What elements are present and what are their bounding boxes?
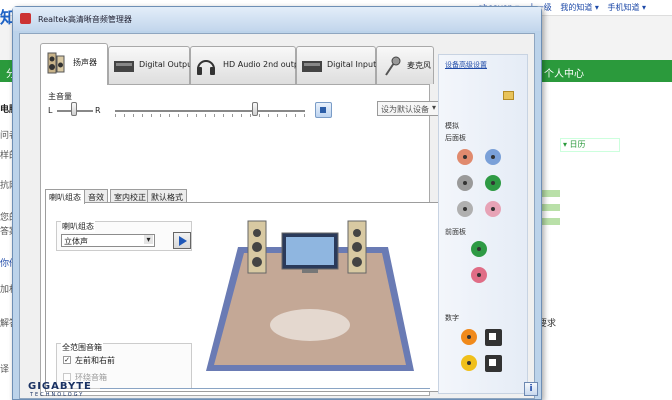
folder-icon[interactable] bbox=[503, 91, 514, 100]
window-client-area: 扬声器 Digital Output HD Audio 2nd output D… bbox=[19, 33, 538, 399]
left-fragment: 译 bbox=[0, 365, 10, 375]
progress-bar bbox=[540, 204, 560, 211]
nav-personal-center[interactable]: 个人中心 bbox=[544, 65, 584, 80]
volume-slider-thumb[interactable] bbox=[252, 102, 258, 116]
front-panel-label: 前面板 bbox=[445, 228, 466, 236]
footer-divider bbox=[100, 388, 430, 389]
optical-out-icon[interactable] bbox=[485, 329, 502, 346]
front-jack-pink[interactable] bbox=[471, 267, 487, 283]
room-visualization bbox=[206, 220, 414, 371]
speakers-panel: 主音量 L R 设为默认设备 喇叭组态 音效 室内校正 默认格式 喇叭组态 立体… bbox=[40, 84, 443, 396]
window-titlebar[interactable]: Realtek高清晰音频管理器 bbox=[13, 7, 541, 31]
balance-left-label: L bbox=[48, 106, 53, 115]
tab-label: Digital Input bbox=[327, 60, 377, 69]
balance-right-label: R bbox=[95, 106, 101, 115]
tab-digital-input[interactable]: Digital Input bbox=[296, 46, 376, 84]
main-volume-title: 主音量 bbox=[48, 92, 72, 101]
rear-jack-green[interactable] bbox=[485, 175, 501, 191]
front-lr-checkbox[interactable]: ✓ bbox=[63, 356, 71, 364]
balance-slider-thumb[interactable] bbox=[71, 102, 77, 116]
tab-label: 麦克风 bbox=[407, 61, 431, 70]
volume-ticks bbox=[115, 114, 305, 117]
my-zhidao-link[interactable]: 我的知道 ▾ bbox=[560, 3, 599, 12]
rear-panel-label: 后面板 bbox=[445, 134, 466, 142]
front-jack-green[interactable] bbox=[471, 241, 487, 257]
speaker-icon bbox=[47, 52, 65, 74]
tab-microphone[interactable]: 麦克风 bbox=[376, 46, 434, 84]
digital-label: 数字 bbox=[445, 314, 459, 322]
tab-label: 扬声器 bbox=[73, 58, 97, 67]
microphone-icon bbox=[385, 56, 401, 76]
realtek-app-icon bbox=[20, 13, 31, 24]
tab-room-correction[interactable]: 室内校正 bbox=[110, 189, 150, 203]
play-test-button[interactable] bbox=[173, 232, 191, 249]
page-right-column: ▾ 日历 要求 bbox=[538, 82, 672, 400]
connector-side-panel: 设备高级设置 模拟 后面板 前面板 数字 bbox=[438, 54, 528, 394]
progress-bar bbox=[540, 218, 560, 225]
rear-jack-gray[interactable] bbox=[457, 175, 473, 191]
spdif-coax-jack[interactable] bbox=[461, 329, 477, 345]
speaker-config-group: 喇叭组态 立体声 bbox=[56, 221, 192, 251]
tab-speakers[interactable]: 扬声器 bbox=[40, 43, 108, 85]
volume-slider-track[interactable] bbox=[115, 110, 305, 112]
speaker-config-select[interactable]: 立体声 bbox=[61, 234, 155, 247]
calendar-tab[interactable]: ▾ 日历 bbox=[560, 138, 620, 152]
progress-bar bbox=[540, 190, 560, 197]
front-lr-label: 左前和右前 bbox=[75, 356, 115, 365]
headphones-icon bbox=[197, 60, 215, 75]
digital-output-icon bbox=[114, 61, 134, 72]
speaker-config-label: 喇叭组态 bbox=[61, 221, 95, 232]
info-button[interactable]: i bbox=[524, 382, 538, 396]
tab-speaker-config[interactable]: 喇叭组态 bbox=[45, 189, 85, 204]
digital-input-icon bbox=[302, 61, 322, 72]
tab-default-format[interactable]: 默认格式 bbox=[147, 189, 187, 203]
mobile-zhidao-link[interactable]: 手机知道 ▾ bbox=[607, 3, 646, 12]
left-speaker-icon bbox=[247, 220, 267, 274]
speaker-config-panel: 喇叭组态 立体声 ▾ 全范围音箱 ✓ 左前和右前 环绕音箱 bbox=[45, 202, 443, 392]
full-range-title: 全范围音箱 bbox=[61, 342, 103, 353]
tab-sound-effects[interactable]: 音效 bbox=[84, 189, 108, 203]
realtek-window: Realtek高清晰音频管理器 扬声器 Digital Output HD Au… bbox=[12, 6, 542, 400]
gigabyte-logo: GIGABYTE bbox=[28, 381, 92, 392]
analog-label: 模拟 bbox=[445, 122, 459, 130]
advanced-settings-link[interactable]: 设备高级设置 bbox=[445, 60, 487, 70]
rear-jack-orange[interactable] bbox=[457, 149, 473, 165]
rear-jack-pink[interactable] bbox=[485, 201, 501, 217]
tab-label: HD Audio 2nd output bbox=[223, 60, 308, 69]
gigabyte-logo-sub: TECHNOLOGY bbox=[30, 392, 85, 398]
tab-hd-audio-2nd-output[interactable]: HD Audio 2nd output bbox=[190, 46, 307, 84]
tab-label: Digital Output bbox=[139, 60, 196, 69]
right-speaker-icon bbox=[347, 220, 367, 274]
window-title: Realtek高清晰音频管理器 bbox=[38, 15, 132, 24]
rear-jack-blue[interactable] bbox=[485, 149, 501, 165]
optical-in-icon[interactable] bbox=[485, 355, 502, 372]
tab-digital-output[interactable]: Digital Output bbox=[108, 46, 195, 84]
mute-button[interactable] bbox=[315, 102, 332, 118]
spdif-coax-jack-2[interactable] bbox=[461, 355, 477, 371]
rear-jack-silver[interactable] bbox=[457, 201, 473, 217]
default-device-dropdown[interactable]: 设为默认设备 bbox=[377, 101, 439, 116]
brand-footer: GIGABYTE TECHNOLOGY bbox=[20, 378, 438, 398]
